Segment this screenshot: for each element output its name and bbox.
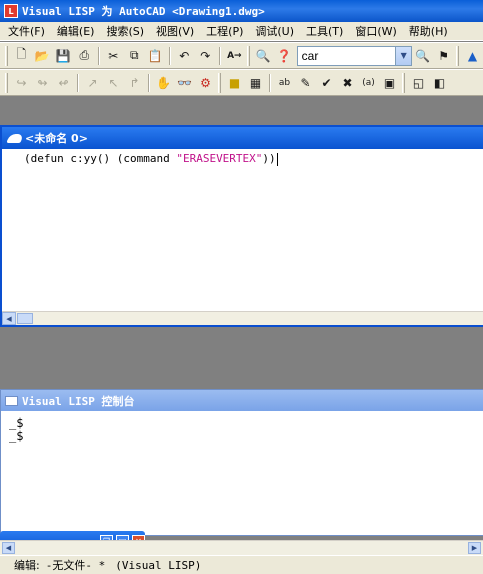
status-bar: 编辑: -无文件- * (Visual LISP) — [0, 555, 483, 574]
console-prompt[interactable]: _$ — [1, 430, 483, 443]
check-text-icon[interactable]: ✔ — [316, 72, 337, 93]
text-cursor — [276, 152, 278, 166]
debug-view-toolbar: ↪ ↬ ↫ ↗ ↖ ↱ ✋ 👓 ⚙ ■ ▦ ab ✎ ✔ ✖ (a) ▣ ◱ ◧ — [0, 69, 483, 96]
menu-bar: 文件(F) 编辑(E) 搜索(S) 视图(V) 工程(P) 调试(U) 工具(T… — [0, 22, 483, 41]
quit-icon[interactable]: ↖ — [103, 72, 124, 93]
console-prompt[interactable]: _$ — [1, 417, 483, 430]
window-expand-icon[interactable]: ◧ — [429, 72, 450, 93]
editor-window[interactable]: <未命名 0> (defun c:yy() (command "ERASEVER… — [0, 125, 483, 327]
redo-icon[interactable]: ↷ — [195, 45, 216, 66]
workspace-horizontal-scrollbar[interactable]: ◀ ▶ — [0, 540, 483, 555]
load-active-window-icon[interactable]: ▦ — [245, 72, 266, 93]
step-over-icon[interactable]: ↬ — [32, 72, 53, 93]
search-binoculars-icon[interactable]: 🔍 — [412, 45, 433, 66]
add-watch-icon[interactable]: 👓 — [174, 72, 195, 93]
code-string-literal: "ERASEVERTEX" — [176, 152, 263, 165]
editor-horizontal-scrollbar[interactable]: ◀ — [2, 311, 483, 325]
console-title-bar[interactable]: Visual LISP 控制台 — [1, 390, 483, 411]
step-out-icon[interactable]: ↫ — [53, 72, 74, 93]
console-window[interactable]: Visual LISP 控制台 _$ _$ — [0, 389, 483, 536]
window-title: Visual LISP 为 AutoCAD <Drawing1.dwg> — [22, 5, 265, 18]
activate-autocad-icon[interactable]: ▲ — [462, 45, 483, 66]
window-view-icon[interactable]: ◱ — [408, 72, 429, 93]
search-combobox[interactable]: car ▼ — [296, 45, 413, 66]
menu-view[interactable]: 视图(V) — [150, 23, 200, 39]
toolbar-grip[interactable] — [246, 45, 250, 66]
menu-project[interactable]: 工程(P) — [200, 23, 249, 39]
toolbar-separator — [269, 73, 271, 92]
lisp-file-icon — [6, 133, 24, 143]
menu-tools[interactable]: 工具(T) — [300, 23, 349, 39]
toolbar-separator — [148, 73, 150, 92]
chevron-down-icon[interactable]: ▼ — [395, 46, 412, 65]
toolbar-grip[interactable] — [218, 72, 221, 93]
scroll-left-icon[interactable]: ◀ — [2, 542, 15, 554]
title-bar: L Visual LISP 为 AutoCAD <Drawing1.dwg> — [0, 0, 483, 22]
toolbar-separator — [168, 46, 171, 65]
new-file-icon[interactable]: 🗋 — [11, 45, 32, 66]
undo-icon[interactable]: ↶ — [174, 45, 195, 66]
code-text: (defun c:yy() (command — [24, 152, 177, 165]
save-icon[interactable]: 💾 — [53, 45, 74, 66]
find-in-files-icon[interactable]: ❓ — [274, 45, 295, 66]
complete-word-icon[interactable]: A→ — [224, 45, 245, 66]
console-window-icon — [5, 395, 18, 406]
toolbar-grip[interactable] — [456, 45, 460, 66]
scroll-thumb[interactable] — [17, 313, 33, 324]
console-title: Visual LISP 控制台 — [22, 394, 135, 408]
toggle-breakpoint-icon[interactable]: ✋ — [153, 72, 174, 93]
find-binoculars-icon[interactable]: 🔍 — [253, 45, 274, 66]
menu-edit[interactable]: 编辑(E) — [51, 23, 101, 39]
continue-icon[interactable]: ↗ — [82, 72, 103, 93]
bookmark-toggle-icon[interactable]: ⚑ — [433, 45, 454, 66]
scroll-right-icon[interactable]: ▶ — [468, 542, 481, 554]
search-input[interactable]: car — [298, 49, 396, 63]
step-into-icon[interactable]: ↪ — [11, 72, 32, 93]
last-break-icon[interactable]: ⚙ — [195, 72, 216, 93]
toolbar-separator — [218, 46, 221, 65]
status-file: -无文件- * — [45, 559, 106, 572]
app-icon: L — [4, 4, 18, 18]
menu-help[interactable]: 帮助(H) — [403, 23, 454, 39]
load-selection-icon[interactable]: ab — [274, 72, 295, 93]
status-context: (Visual LISP) — [115, 558, 202, 572]
editor-title-bar[interactable]: <未命名 0> — [2, 127, 483, 149]
copy-icon[interactable]: ⧉ — [124, 45, 145, 66]
format-code-icon[interactable]: ✎ — [295, 72, 316, 93]
standard-toolbar: 🗋 📂 💾 ⎙ ✂ ⧉ 📋 ↶ ↷ A→ 🔍 ❓ car ▼ 🔍 ⚑ ▲ — [0, 42, 483, 69]
toolbar-grip[interactable] — [5, 45, 8, 66]
menu-search[interactable]: 搜索(S) — [100, 23, 150, 39]
code-line[interactable]: (defun c:yy() (command "ERASEVERTEX")) — [24, 152, 278, 166]
menu-debug[interactable]: 调试(U) — [249, 23, 300, 39]
status-mode: 编辑: — [14, 559, 40, 572]
symbol-service-icon[interactable]: (a) — [358, 72, 379, 93]
editor-title: <未命名 0> — [25, 132, 88, 145]
cut-icon[interactable]: ✂ — [103, 45, 124, 66]
activate-autocad-view-icon[interactable]: ■ — [224, 72, 245, 93]
paste-icon[interactable]: 📋 — [145, 45, 166, 66]
apropos-icon[interactable]: ▣ — [379, 72, 400, 93]
toolbar-grip[interactable] — [402, 72, 405, 93]
menu-file[interactable]: 文件(F) — [2, 23, 51, 39]
inspect-icon[interactable]: ✖ — [337, 72, 358, 93]
open-file-icon[interactable]: 📂 — [32, 45, 53, 66]
menu-window[interactable]: 窗口(W) — [349, 23, 402, 39]
visual-lisp-ide: L Visual LISP 为 AutoCAD <Drawing1.dwg> 文… — [0, 0, 483, 574]
toolbar-separator — [77, 73, 79, 92]
print-icon[interactable]: ⎙ — [74, 45, 95, 66]
toolbar-grip[interactable] — [5, 72, 8, 93]
toolbar-separator — [97, 46, 100, 65]
code-text-end: )) — [262, 152, 276, 165]
scroll-left-icon[interactable]: ◀ — [2, 312, 16, 325]
reset-icon[interactable]: ↱ — [124, 72, 145, 93]
